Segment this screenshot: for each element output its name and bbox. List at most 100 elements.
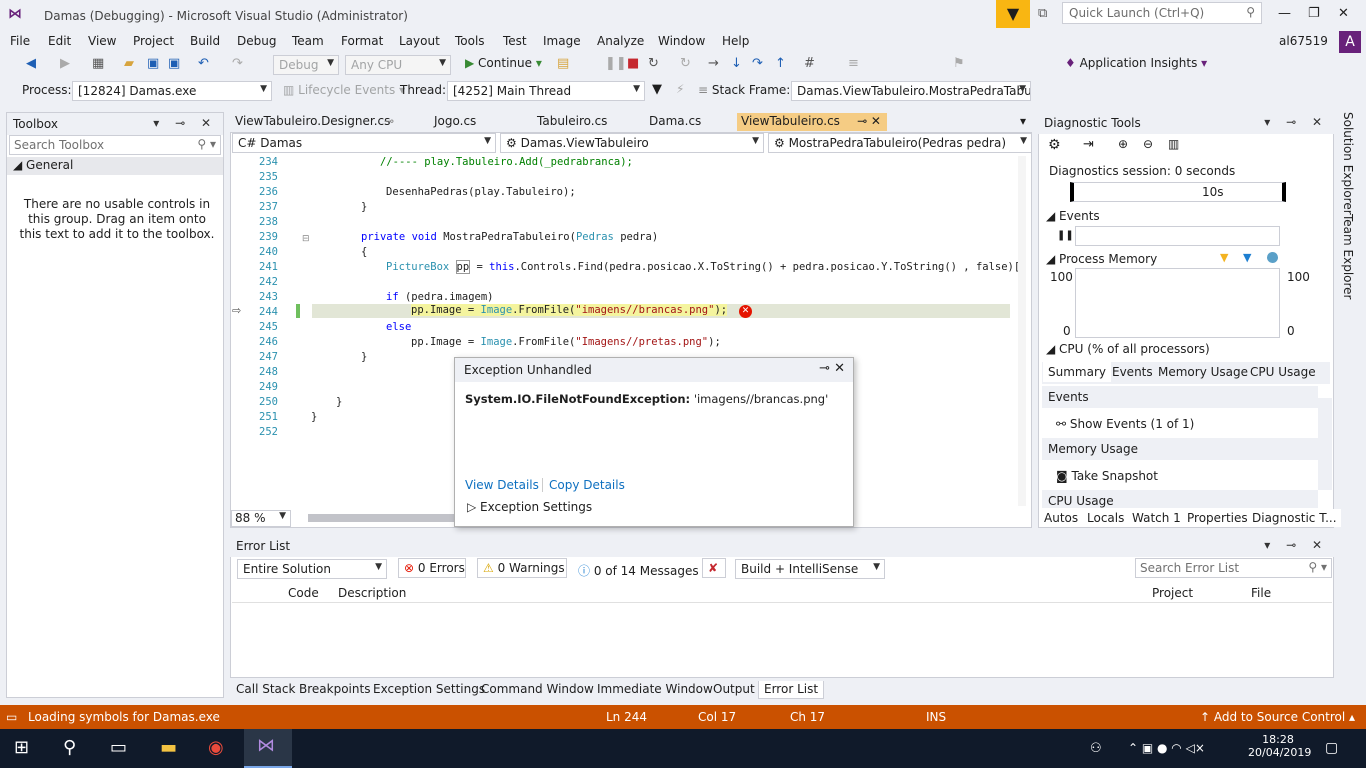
hot-reload-icon[interactable]: ↻ bbox=[680, 56, 691, 71]
thread-filter-icon[interactable]: ▼ bbox=[652, 82, 662, 97]
show-next-statement-icon[interactable]: → bbox=[708, 56, 719, 71]
tab-events[interactable]: Events bbox=[1112, 365, 1153, 379]
reset-view-icon[interactable]: ▥ bbox=[1168, 137, 1179, 151]
user-name[interactable]: al67519 bbox=[1279, 34, 1328, 48]
tab-immediate-window[interactable]: Immediate Window bbox=[592, 681, 718, 699]
search-icon[interactable]: ⚲ bbox=[63, 737, 76, 758]
zoom-out-icon[interactable]: ⊖ bbox=[1143, 137, 1153, 151]
lifecycle-events-button[interactable]: ▥ Lifecycle Events ▾ bbox=[283, 83, 405, 97]
tab-designer[interactable]: ViewTabuleiro.Designer.cs bbox=[231, 113, 394, 131]
menu-build[interactable]: Build bbox=[190, 34, 220, 48]
tab-command-window[interactable]: Command Window bbox=[476, 681, 599, 699]
thread-flag-icon[interactable]: ⚡ bbox=[676, 82, 684, 96]
menu-team[interactable]: Team bbox=[292, 34, 324, 48]
warnings-filter-button[interactable]: ⚠ 0 Warnings bbox=[477, 558, 567, 578]
step-out-icon[interactable]: ↑ bbox=[775, 56, 786, 71]
menu-image[interactable]: Image bbox=[543, 34, 581, 48]
pause-events-icon[interactable]: ❚❚ bbox=[1057, 230, 1074, 241]
menu-file[interactable]: File bbox=[10, 34, 30, 48]
tab-overflow-icon[interactable]: ▾ bbox=[1016, 113, 1030, 131]
menu-analyze[interactable]: Analyze bbox=[597, 34, 644, 48]
thread-select[interactable]: [4252] Main Thread ▼ bbox=[447, 81, 645, 101]
cpu-section[interactable]: ◢ CPU (% of all processors) bbox=[1046, 342, 1210, 356]
open-file-icon[interactable]: ▰ bbox=[124, 56, 134, 71]
tab-properties[interactable]: Properties bbox=[1187, 511, 1248, 525]
solution-explorer-tab[interactable]: Solution Explorer bbox=[1341, 112, 1355, 215]
undo-icon[interactable]: ↶ bbox=[198, 56, 209, 71]
tab-cpu-usage[interactable]: CPU Usage bbox=[1250, 365, 1316, 379]
feedback-icon[interactable]: ⧉ bbox=[1038, 6, 1047, 21]
chrome-icon[interactable]: ◉ bbox=[208, 737, 224, 758]
menu-view[interactable]: View bbox=[88, 34, 116, 48]
timeline-ruler[interactable]: 10s bbox=[1070, 182, 1286, 202]
panel-controls-icon[interactable]: ▾ ⊸ ✕ bbox=[153, 116, 217, 130]
pause-icon[interactable]: ❚❚ bbox=[605, 56, 627, 71]
continue-button[interactable]: ▶ Continue ▾ bbox=[465, 56, 542, 70]
messages-filter-button[interactable]: ⓘ 0 of 14 Messages bbox=[578, 562, 699, 579]
errors-filter-button[interactable]: ⊗ 0 Errors bbox=[398, 558, 466, 578]
settings-gear-icon[interactable]: ⚙ bbox=[1048, 137, 1061, 153]
diag-scrollbar[interactable] bbox=[1318, 398, 1332, 490]
member-select[interactable]: ⚙ MostraPedraTabuleiro(Pedras pedra) ▼ bbox=[768, 133, 1032, 153]
error-list-search[interactable]: Search Error List ⚲ ▾ bbox=[1135, 558, 1332, 578]
save-icon[interactable]: ▣ bbox=[147, 56, 159, 71]
step-into-icon[interactable]: ↓ bbox=[731, 56, 742, 71]
show-events-link[interactable]: ⚯ Show Events (1 of 1) bbox=[1056, 417, 1194, 431]
tab-autos[interactable]: Autos bbox=[1044, 511, 1078, 525]
column-code[interactable]: Code bbox=[288, 586, 319, 600]
tab-summary[interactable]: Summary bbox=[1043, 362, 1111, 382]
menu-project[interactable]: Project bbox=[133, 34, 174, 48]
vs-taskbar-button[interactable]: ⋈ bbox=[244, 729, 292, 768]
exception-settings-toggle[interactable]: ▷ Exception Settings bbox=[467, 500, 592, 514]
tab-tabuleiro[interactable]: Tabuleiro.cs bbox=[533, 113, 611, 131]
tab-locals[interactable]: Locals bbox=[1087, 511, 1124, 525]
clear-filter-icon[interactable]: ✘ bbox=[702, 558, 726, 578]
toolbox-group-general[interactable]: ◢ General bbox=[7, 157, 223, 175]
panel-controls-icon[interactable]: ▾ ⊸ ✕ bbox=[1264, 115, 1328, 129]
menu-help[interactable]: Help bbox=[722, 34, 749, 48]
step-over-icon[interactable]: ↷ bbox=[752, 56, 763, 71]
menu-debug[interactable]: Debug bbox=[237, 34, 276, 48]
tray-icons[interactable]: ⌃ ▣ ● ◠ ◁× bbox=[1128, 741, 1205, 755]
solution-platform-select[interactable]: Any CPU ▼ bbox=[345, 55, 451, 75]
tab-output[interactable]: Output bbox=[708, 681, 760, 699]
tab-error-list[interactable]: Error List bbox=[758, 681, 825, 699]
menu-window[interactable]: Window bbox=[658, 34, 705, 48]
team-explorer-tab[interactable]: Team Explorer bbox=[1341, 214, 1355, 300]
events-section[interactable]: ◢ Events bbox=[1046, 209, 1100, 223]
column-description[interactable]: Description bbox=[338, 586, 406, 600]
build-source-select[interactable]: Build + IntelliSense ▼ bbox=[735, 559, 885, 579]
view-details-link[interactable]: View Details bbox=[465, 478, 539, 492]
redo-icon[interactable]: ↷ bbox=[232, 56, 243, 71]
collapse-icon[interactable]: ⊟ bbox=[302, 234, 310, 244]
tab-call-stack[interactable]: Call Stack bbox=[231, 681, 300, 699]
tab-dama[interactable]: Dama.cs bbox=[645, 113, 705, 131]
error-icon[interactable]: ✕ bbox=[739, 305, 752, 318]
tab-memory-usage[interactable]: Memory Usage bbox=[1158, 365, 1248, 379]
debug-target-icon[interactable]: ▤ bbox=[557, 56, 569, 71]
task-view-icon[interactable]: ▭ bbox=[110, 737, 127, 758]
stop-icon[interactable]: ■ bbox=[627, 56, 639, 71]
avatar[interactable]: A bbox=[1339, 31, 1361, 53]
windows-start-icon[interactable]: ⊞ bbox=[14, 737, 29, 758]
minimize-button[interactable]: — bbox=[1278, 6, 1291, 21]
quick-launch-input[interactable]: Quick Launch (Ctrl+Q) ⚲ bbox=[1062, 2, 1262, 24]
file-explorer-icon[interactable]: ▬ bbox=[160, 737, 177, 758]
vertical-scrollbar[interactable] bbox=[1018, 156, 1026, 506]
select-tools-icon[interactable]: ⇥ bbox=[1083, 137, 1094, 152]
menu-tools[interactable]: Tools bbox=[455, 34, 485, 48]
back-icon[interactable]: ◀ bbox=[26, 56, 36, 71]
maximize-button[interactable]: ❐ bbox=[1308, 6, 1320, 21]
copy-details-link[interactable]: Copy Details bbox=[542, 478, 625, 492]
stack-frame-select[interactable]: Damas.ViewTabuleiro.MostraPedraTabulei ▼ bbox=[791, 81, 1031, 101]
tab-viewtabuleiro[interactable]: ViewTabuleiro.cs ⊸ ✕ bbox=[737, 113, 887, 131]
thread-icon[interactable]: ≡ bbox=[848, 56, 859, 71]
process-select[interactable]: [12824] Damas.exe ▼ bbox=[72, 81, 272, 101]
close-button[interactable]: ✕ bbox=[1338, 6, 1349, 21]
exception-close-icon[interactable]: ⊸ ✕ bbox=[819, 361, 845, 376]
take-snapshot-button[interactable]: ◙ Take Snapshot bbox=[1056, 469, 1158, 483]
tab-diagnostic[interactable]: Diagnostic T... bbox=[1248, 509, 1341, 527]
zoom-select[interactable]: 88 % ▼ bbox=[231, 510, 291, 527]
menu-format[interactable]: Format bbox=[341, 34, 383, 48]
zoom-in-icon[interactable]: ⊕ bbox=[1118, 137, 1128, 151]
